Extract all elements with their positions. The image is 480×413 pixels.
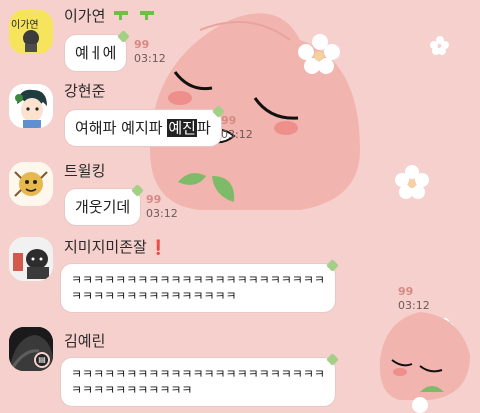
unread-count: 99 [221, 114, 237, 127]
message-meta: 99 03:12 [398, 285, 430, 313]
message-text-line: ㅋㅋㅋㅋㅋㅋㅋㅋㅋㅋㅋㅋㅋㅋㅋ [71, 289, 237, 303]
message-bubble[interactable]: 개웃기데 [64, 184, 145, 226]
message-text: 여해파 예지파 [75, 119, 168, 137]
sender-name-text: 이가연 [64, 7, 106, 25]
profile-drawing-icon [9, 162, 53, 206]
sender-name: 강현준 [64, 82, 106, 100]
timestamp: 03:12 [221, 128, 253, 141]
sender-name: 김예린 [64, 332, 106, 350]
sender-name-text: 지미지미존잘 [64, 238, 147, 256]
message-text: 예ㅔ에 [75, 44, 117, 62]
message-text-line: ㅋㅋㅋㅋㅋㅋㅋㅋㅋㅋㅋㅋㅋㅋㅋㅋㅋㅋㅋㅋㅋㅋㅋ [71, 273, 325, 287]
message-meta: 99 03:12 [146, 193, 178, 221]
unread-count: 99 [134, 38, 150, 51]
message-meta: 99 03:12 [221, 114, 253, 142]
sender-name: 지미지미존잘 ❗ [64, 236, 167, 257]
sender-name: 이가연 [64, 5, 157, 26]
message-bubble[interactable]: ㅋㅋㅋㅋㅋㅋㅋㅋㅋㅋㅋㅋㅋㅋㅋㅋㅋㅋㅋㅋㅋㅋㅋ ㅋㅋㅋㅋㅋㅋㅋㅋㅋㅋㅋ [60, 353, 339, 407]
water-gun-icon [139, 9, 157, 25]
message-bubble[interactable]: 예ㅔ에 [64, 30, 131, 72]
message-text-line: ㅋㅋㅋㅋㅋㅋㅋㅋㅋㅋㅋ [71, 383, 193, 397]
unread-count: 99 [146, 193, 162, 206]
water-gun-icon [113, 9, 131, 25]
message-text-end: 파 [196, 119, 211, 137]
message-meta: 99 03:12 [134, 38, 166, 66]
message-bubble[interactable]: 여해파 예지파 예진파 [64, 105, 225, 147]
message-text-line: ㅋㅋㅋㅋㅋㅋㅋㅋㅋㅋㅋㅋㅋㅋㅋㅋㅋㅋㅋㅋㅋㅋㅋ [71, 367, 325, 381]
message-text: 개웃기데 [75, 198, 131, 216]
exclamation-icon: ❗ [149, 240, 168, 256]
profile-drawing-icon [9, 84, 53, 128]
avatar[interactable]: 이가연 [9, 10, 53, 54]
chat-badge-icon: ▤ [34, 352, 50, 368]
sender-name: 트윌킹 [64, 162, 106, 180]
timestamp: 03:12 [146, 207, 178, 220]
timestamp: 03:12 [134, 52, 166, 65]
profile-drawing-icon [9, 237, 53, 281]
timestamp: 03:12 [398, 299, 430, 312]
message-bubble[interactable]: ㅋㅋㅋㅋㅋㅋㅋㅋㅋㅋㅋㅋㅋㅋㅋㅋㅋㅋㅋㅋㅋㅋㅋ ㅋㅋㅋㅋㅋㅋㅋㅋㅋㅋㅋㅋㅋㅋㅋ [60, 259, 339, 313]
avatar[interactable] [9, 84, 53, 128]
avatar[interactable] [9, 162, 53, 206]
highlighted-text: 예진 [167, 119, 197, 137]
avatar-label: 이가연 [11, 20, 39, 31]
unread-count: 99 [398, 285, 414, 298]
avatar[interactable] [9, 237, 53, 281]
